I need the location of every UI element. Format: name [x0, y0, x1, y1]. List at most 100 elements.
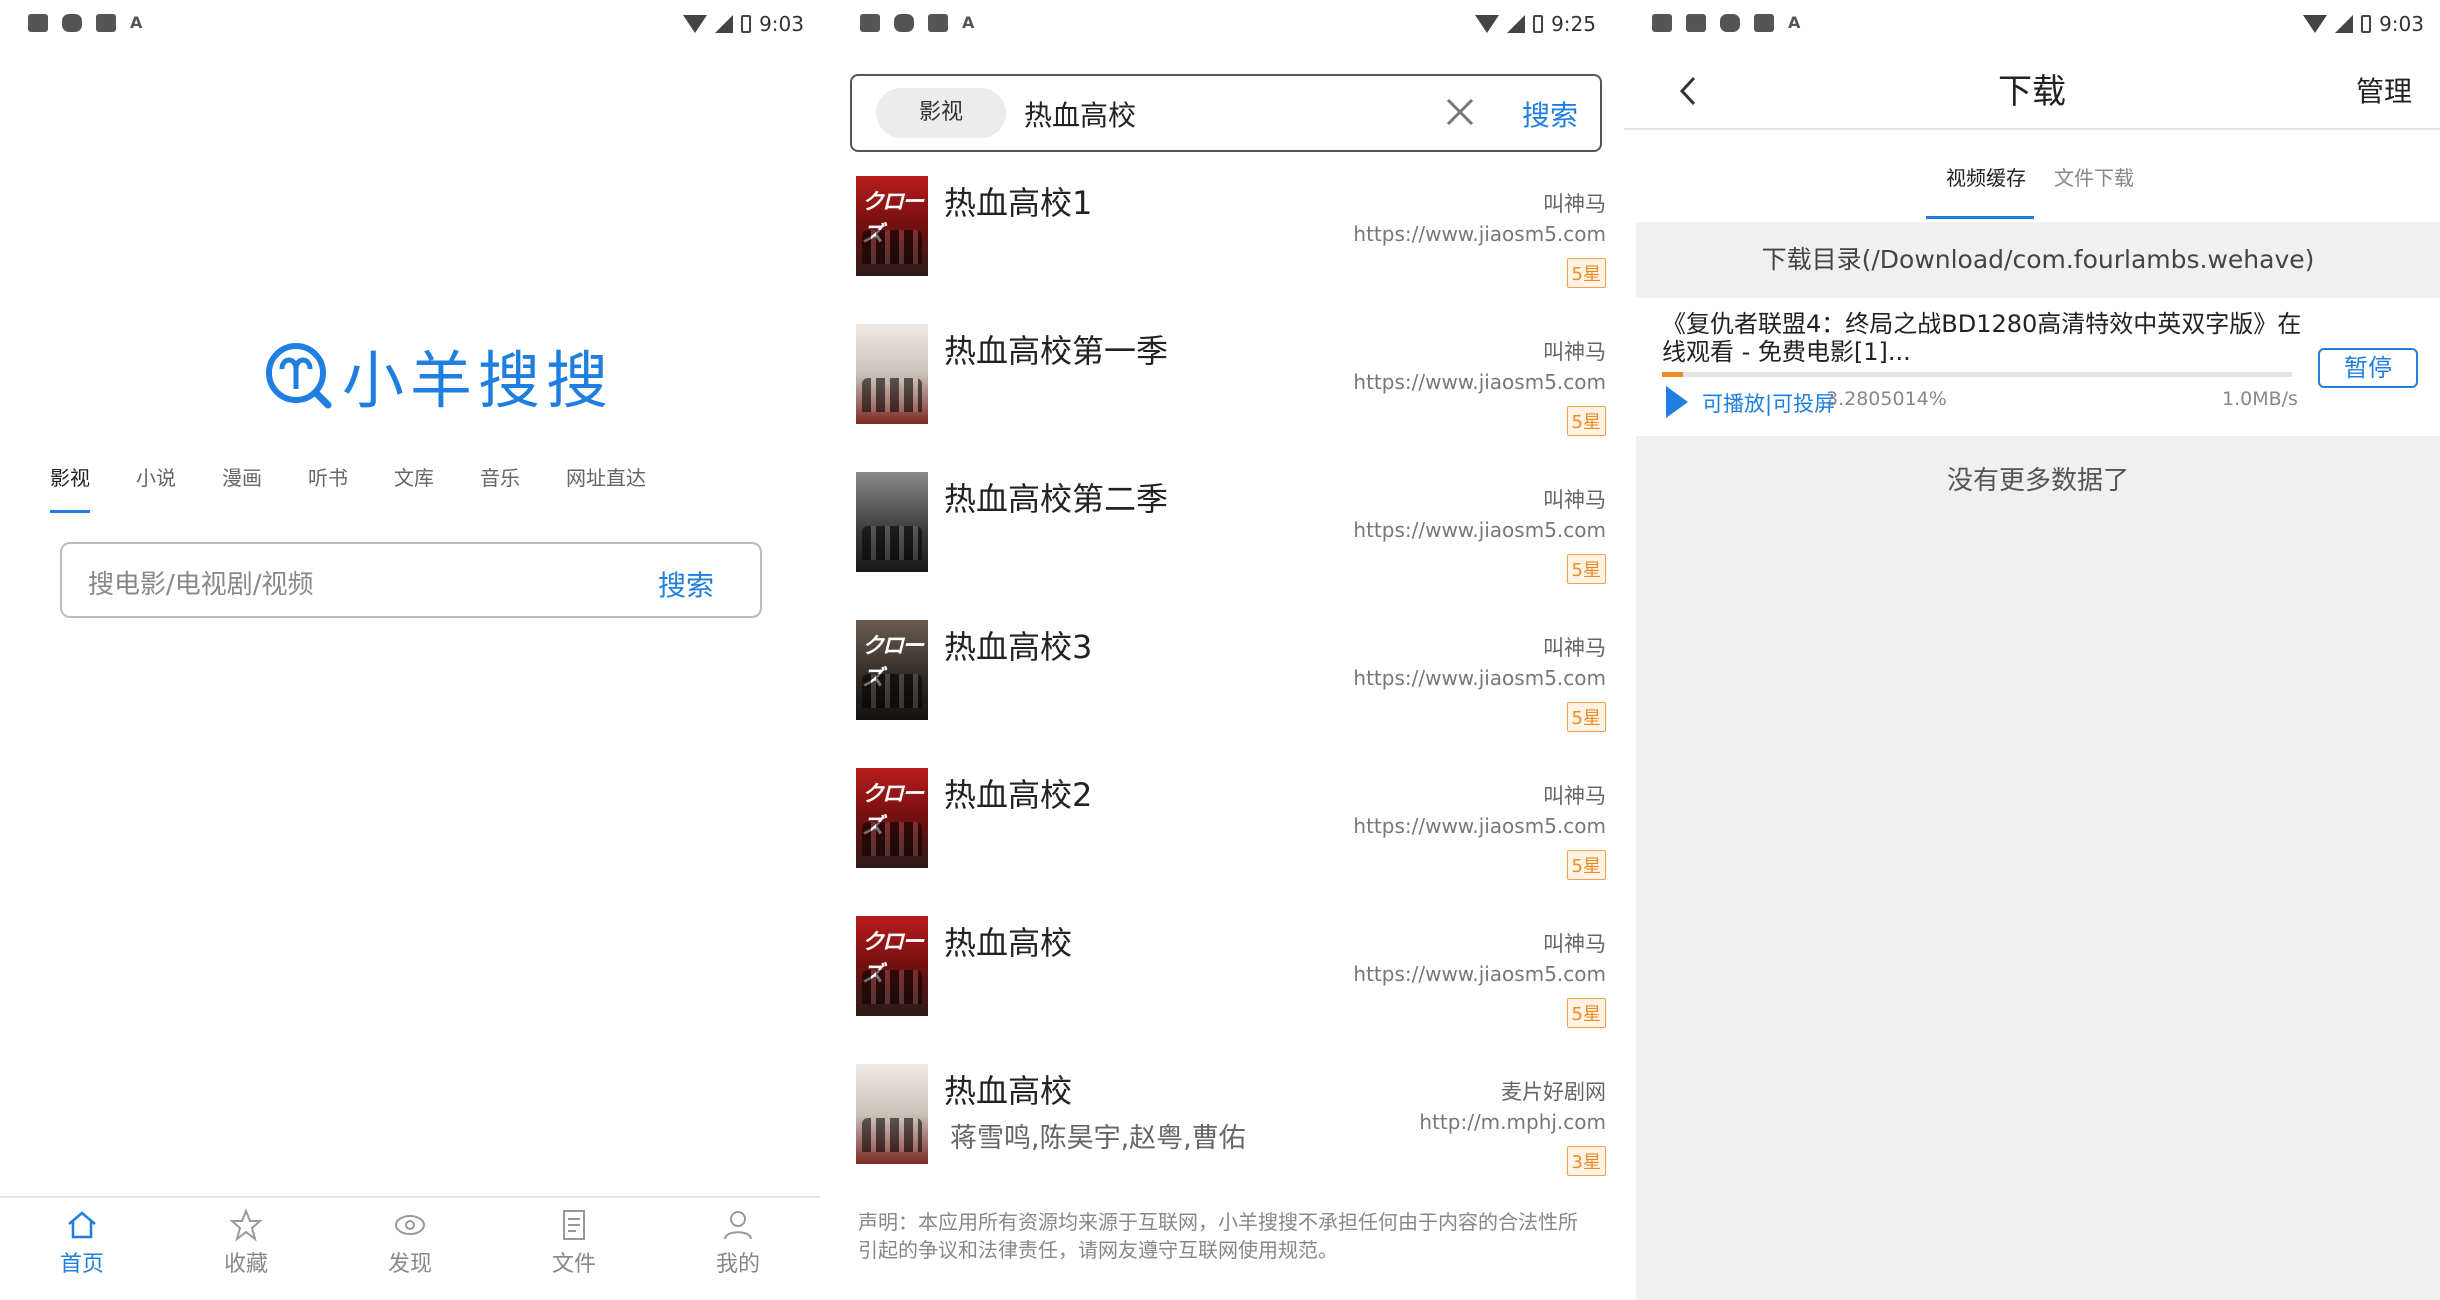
result-item[interactable]: 热血高校 蒋雪鸣,陈昊宇,赵粤,曹佑 麦片好剧网 http://m.mphj.c… — [856, 1064, 1608, 1212]
app-name: 小羊搜搜 — [342, 344, 615, 417]
nav-discover-label: 发现 — [387, 1252, 432, 1277]
nav-favorites-label: 收藏 — [223, 1252, 268, 1277]
image-icon — [28, 14, 48, 32]
tab-novels[interactable]: 小说 — [136, 462, 176, 491]
tab-audiobooks[interactable]: 听书 — [308, 462, 348, 491]
poster-image — [856, 324, 928, 424]
download-progress-fill — [1662, 372, 1683, 377]
box-x-icon — [96, 14, 116, 32]
status-bar: A 9:25 — [832, 0, 1612, 52]
tab-music[interactable]: 音乐 — [480, 462, 520, 491]
result-item[interactable]: 热血高校第二季 叫神马 https://www.jiaosm5.com 5星 — [856, 472, 1608, 620]
play-cast-link[interactable]: 可播放|可投屏 — [1702, 388, 1835, 418]
search-input[interactable]: 热血高校 — [1024, 94, 1136, 134]
poster-image — [856, 472, 928, 572]
play-icon[interactable] — [1666, 386, 1688, 418]
search-results-screen: A 9:25 影视 热血高校 搜索 クローズ 热血高校1 叫神马 https:/… — [832, 0, 1612, 1300]
search-scope-selector[interactable]: 影视 — [876, 88, 1006, 138]
status-time: 9:03 — [2379, 12, 2424, 36]
status-bar: A 9:03 — [1624, 0, 2440, 52]
downloads-screen: A 9:03 下载 管理 视频缓存 文件下载 下载目录(/Download/co… — [1624, 0, 2440, 1300]
rating-badge: 5星 — [1566, 406, 1606, 436]
image-icon — [1686, 14, 1706, 32]
download-percent: 3.2805014% — [1826, 388, 1947, 410]
rating-badge: 5星 — [1566, 554, 1606, 584]
nav-profile[interactable]: 我的 — [656, 1198, 820, 1300]
user-icon — [724, 1211, 752, 1240]
nav-home-label: 首页 — [59, 1252, 104, 1277]
search-button[interactable]: 搜索 — [1522, 94, 1578, 134]
result-url: https://www.jiaosm5.com — [1353, 666, 1606, 690]
tab-comics[interactable]: 漫画 — [222, 462, 262, 491]
result-title: 热血高校3 — [944, 628, 1093, 666]
result-url: https://www.jiaosm5.com — [1353, 518, 1606, 542]
disclaimer-text: 声明：本应用所有资源均来源于互联网，小羊搜搜不承担任何由于内容的合法性所引起的争… — [858, 1210, 1578, 1262]
nav-favorites[interactable]: 收藏 — [164, 1198, 328, 1300]
poster-image: クローズ — [856, 768, 928, 868]
result-title: 热血高校2 — [944, 776, 1093, 814]
rating-badge: 5星 — [1566, 258, 1606, 288]
status-time: 9:03 — [759, 12, 804, 36]
home-icon — [68, 1211, 96, 1239]
pause-button[interactable]: 暂停 — [2318, 348, 2418, 388]
signal-icon — [1507, 15, 1526, 33]
search-box[interactable]: 搜电影/电视剧/视频 搜索 — [60, 542, 762, 618]
result-item[interactable]: クローズ 热血高校2 叫神马 https://www.jiaosm5.com 5… — [856, 768, 1608, 916]
home-screen: A 9:03 小羊搜搜 影视 小说 漫画 听书 文库 音乐 网址直达 搜电影/电… — [0, 0, 820, 1300]
tab-file-download[interactable]: 文件下载 — [2054, 162, 2134, 191]
square-icon — [1720, 14, 1740, 32]
result-item[interactable]: クローズ 热血高校 叫神马 https://www.jiaosm5.com 5星 — [856, 916, 1608, 1064]
poster-image: クローズ — [856, 916, 928, 1016]
tab-library[interactable]: 文库 — [394, 462, 434, 491]
result-url: https://www.jiaosm5.com — [1353, 370, 1606, 394]
eye-icon — [395, 1215, 425, 1235]
nav-files-label: 文件 — [551, 1252, 596, 1277]
result-item[interactable]: 热血高校第一季 叫神马 https://www.jiaosm5.com 5星 — [856, 324, 1608, 472]
manage-button[interactable]: 管理 — [2356, 70, 2412, 110]
rating-badge: 3星 — [1566, 1146, 1606, 1176]
nav-home[interactable]: 首页 — [0, 1198, 164, 1300]
a-icon: A — [962, 13, 975, 32]
nav-profile-label: 我的 — [715, 1252, 760, 1277]
result-url: https://www.jiaosm5.com — [1353, 962, 1606, 986]
result-source: 叫神马 — [1543, 784, 1606, 808]
poster-image: クローズ — [856, 176, 928, 276]
search-button[interactable]: 搜索 — [658, 564, 714, 604]
status-time: 9:25 — [1551, 12, 1596, 36]
result-source: 麦片好剧网 — [1501, 1080, 1606, 1104]
nav-files[interactable]: 文件 — [492, 1198, 656, 1300]
result-cast: 蒋雪鸣,陈昊宇,赵粤,曹佑 — [950, 1123, 1246, 1154]
result-url: http://m.mphj.com — [1419, 1110, 1606, 1134]
result-source: 叫神马 — [1543, 488, 1606, 512]
result-title: 热血高校1 — [944, 184, 1093, 222]
bottom-nav: 首页 收藏 发现 文件 我的 — [0, 1196, 820, 1300]
search-bar: 影视 热血高校 搜索 — [850, 74, 1602, 152]
clear-icon[interactable] — [1440, 92, 1480, 132]
no-more-data: 没有更多数据了 — [1946, 466, 2129, 496]
result-title: 热血高校第二季 — [944, 480, 1169, 518]
poster-image: クローズ — [856, 620, 928, 720]
star-icon — [229, 1208, 263, 1242]
category-tabs: 影视 小说 漫画 听书 文库 音乐 网址直达 — [50, 462, 692, 513]
tab-urls[interactable]: 网址直达 — [566, 462, 646, 491]
download-name: 《复仇者联盟4：终局之战BD1280高清特效中英双字版》在线观看 - 免费电影[… — [1662, 310, 2302, 366]
nav-discover[interactable]: 发现 — [328, 1198, 492, 1300]
search-input[interactable]: 搜电影/电视剧/视频 — [88, 564, 314, 601]
download-progress-bar — [1662, 372, 2292, 377]
result-item[interactable]: クローズ 热血高校1 叫神马 https://www.jiaosm5.com 5… — [856, 176, 1608, 324]
result-title: 热血高校 — [944, 1072, 1073, 1110]
tab-video-cache[interactable]: 视频缓存 — [1946, 162, 2026, 191]
download-tabs: 视频缓存 文件下载 — [1624, 158, 2440, 220]
tab-movies[interactable]: 影视 — [50, 462, 90, 513]
result-source: 叫神马 — [1543, 636, 1606, 660]
result-item[interactable]: クローズ 热血高校3 叫神马 https://www.jiaosm5.com 5… — [856, 620, 1608, 768]
box-x-icon — [928, 14, 948, 32]
poster-image — [856, 1064, 928, 1164]
download-item[interactable]: 《复仇者联盟4：终局之战BD1280高清特效中英双字版》在线观看 - 免费电影[… — [1636, 298, 2440, 436]
result-url: https://www.jiaosm5.com — [1353, 222, 1606, 246]
square-icon — [62, 14, 82, 32]
file-icon — [563, 1210, 585, 1240]
rating-badge: 5星 — [1566, 702, 1606, 732]
box-x-icon — [1754, 14, 1774, 32]
page-title: 下载 — [1998, 72, 2066, 112]
